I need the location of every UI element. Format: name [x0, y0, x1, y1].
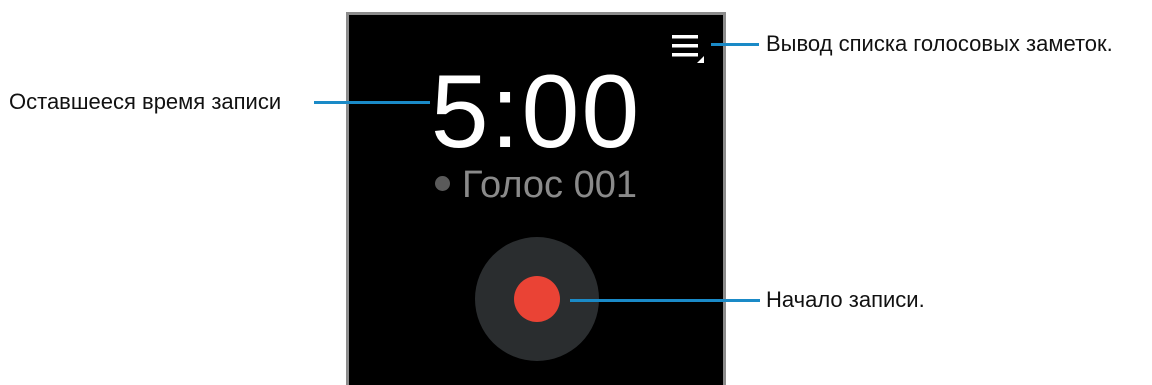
recording-name: Голос 001 — [461, 164, 638, 206]
remaining-time-display: 5:00 — [430, 54, 642, 170]
callout-list-notes-label: Вывод списка голосовых заметок. — [766, 31, 1113, 56]
callout-start-recording-label: Начало записи. — [766, 287, 925, 312]
callout-remaining-time-label: Оставшееся время записи — [9, 89, 282, 114]
record-icon — [514, 276, 560, 322]
status-dot-icon — [434, 176, 450, 191]
callout-start-recording-line — [570, 299, 760, 302]
voice-recorder-screen: 5:00 Голос 001 — [346, 12, 726, 385]
callout-list-notes-line — [711, 43, 759, 46]
recording-name-row: Голос 001 — [349, 163, 723, 207]
callout-remaining-time-line — [314, 101, 430, 104]
